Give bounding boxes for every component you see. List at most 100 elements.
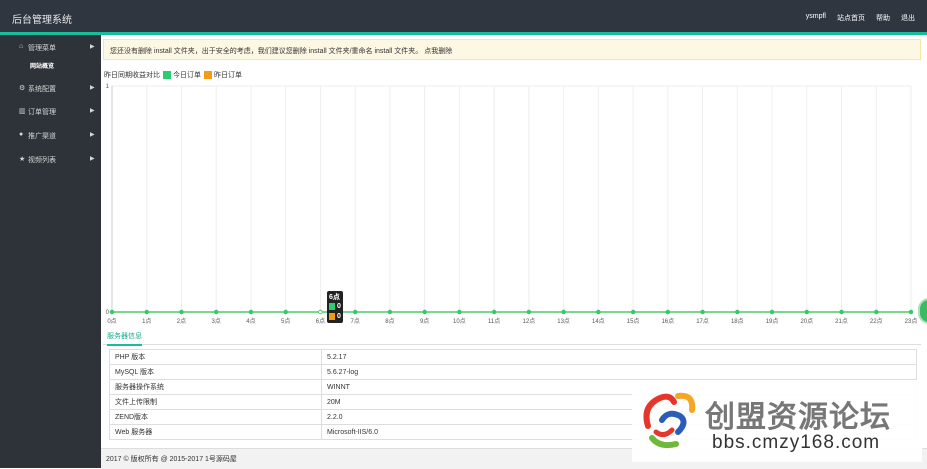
x-tick-label: 11点 (488, 317, 500, 325)
caret-right-icon: ▶ (90, 108, 95, 114)
notice-line: 您还没有删除 install 文件夹，出于安全的考虑，我们建议您删除 insta… (110, 46, 452, 56)
info-key: ZEND版本 (109, 409, 322, 425)
x-tick-label: 1点 (142, 317, 151, 325)
caret-right-icon: ▶ (90, 156, 95, 162)
tooltip-title: 6点 (329, 294, 340, 301)
x-tick-label: 0点 (107, 317, 116, 325)
watermark: 创盟资源论坛 bbs.cmzy168.com (632, 380, 922, 462)
sidebar-sub-overview[interactable]: 网站概览 (30, 61, 54, 70)
top-nav: ysmpfl 站点首页 帮助 退出 (806, 13, 915, 23)
data-point (248, 309, 254, 315)
tab-server-info[interactable]: 服务器信息 (107, 331, 142, 346)
legend-prefix: 昨日同期收益对比 (104, 72, 160, 79)
table-row: MySQL 版本 5.6.27-log (109, 364, 917, 380)
gears-icon: ⚙ (19, 85, 26, 92)
data-point (700, 309, 705, 315)
caret-right-icon: ▶ (90, 132, 95, 138)
sidebar-item-label: 系统配置 (28, 86, 56, 93)
info-key: PHP 版本 (109, 349, 322, 365)
x-tick-label: 6点 (316, 317, 325, 325)
sidebar-item-config[interactable]: ⚙ 系统配置 ▶ (0, 80, 101, 96)
data-point (735, 309, 740, 315)
data-point (491, 309, 497, 315)
legend-swatch-today (163, 71, 171, 79)
data-point (839, 309, 844, 315)
x-tick-label: 10点 (453, 317, 466, 325)
sidebar-item-label: 订单管理 (28, 109, 56, 116)
brand-title: 后台管理系统 (12, 15, 72, 26)
delete-install-link[interactable]: 点我删除 (424, 48, 452, 55)
y-tick-label: 0 (106, 310, 110, 316)
info-key: 服务器操作系统 (109, 379, 322, 395)
caret-right-icon: ▶ (90, 44, 95, 50)
sidebar-item-videos[interactable]: ★ 视频列表 ▶ (0, 151, 101, 167)
info-value: 5.6.27-log (321, 364, 917, 380)
notice-text: 您还没有删除 install 文件夹，出于安全的考虑，我们建议您删除 insta… (110, 48, 423, 55)
data-point (179, 309, 184, 315)
caret-right-icon: ▶ (90, 85, 95, 91)
data-point (596, 309, 601, 315)
sidebar-item-label: 视频列表 (28, 157, 56, 164)
nav-site-home[interactable]: 站点首页 (837, 13, 865, 23)
legend-swatch-yesterday (204, 71, 212, 79)
data-point (214, 309, 219, 315)
data-point (283, 309, 288, 315)
data-point (318, 309, 323, 315)
sidebar-item-menu[interactable]: ⌂ 管理菜单 ▶ (0, 39, 101, 55)
x-tick-label: 7点 (351, 317, 360, 325)
data-point (422, 309, 427, 315)
data-point (526, 309, 532, 315)
data-point (665, 309, 671, 315)
data-point (561, 309, 566, 315)
sidebar-item-orders[interactable]: ▥ 订单管理 ▶ (0, 103, 101, 119)
data-point (769, 309, 775, 315)
legend-yesterday[interactable]: 昨日订单 (214, 70, 242, 80)
info-key: Web 服务器 (109, 424, 322, 440)
data-point (457, 309, 462, 315)
sidebar: ⌂ 管理菜单 ▶ 网站概览 ⚙ 系统配置 ▶ ▥ 订单管理 ▶ ● 推广渠道 ▶… (0, 35, 101, 468)
nav-logout[interactable]: 退出 (901, 13, 915, 23)
x-tick-label: 18点 (731, 317, 744, 325)
data-point (908, 309, 914, 315)
footer-text: 2017 © 版权所有 @ 2015-2017 1号源码屋 (106, 456, 237, 463)
user-icon: ● (19, 131, 24, 138)
watermark-url: bbs.cmzy168.com (712, 432, 881, 453)
x-tick-label: 20点 (800, 317, 813, 325)
x-tick-label: 13点 (557, 317, 570, 325)
table-row: PHP 版本 5.2.17 (109, 349, 917, 365)
star-icon: ★ (19, 156, 26, 163)
tooltip-swatch-yesterday (329, 313, 335, 320)
x-tick-label: 16点 (661, 317, 674, 325)
tooltip-swatch-today (329, 303, 335, 310)
x-tick-label: 17点 (696, 317, 709, 325)
x-tick-label: 14点 (592, 317, 605, 325)
x-tick-label: 19点 (766, 317, 779, 325)
info-key: MySQL 版本 (109, 364, 322, 380)
top-accent-bar (0, 32, 927, 35)
sidebar-item-channels[interactable]: ● 推广渠道 ▶ (0, 127, 101, 143)
nav-help[interactable]: 帮助 (876, 13, 890, 23)
nav-user[interactable]: ysmpfl (806, 13, 826, 23)
watermark-title: 创盟资源论坛 (705, 401, 891, 434)
order-line-chart: 010点 1点 2点 3点 4点 5点 6点 7点 8点 9点 10点 11点 12点 13点 14点 15点… (106, 84, 918, 325)
data-point (144, 309, 149, 315)
x-tick-label: 4点 (246, 317, 255, 325)
data-point (352, 309, 358, 315)
bar-chart-icon: ▥ (19, 108, 26, 115)
home-icon: ⌂ (19, 43, 24, 50)
info-tabs: 服务器信息 (103, 329, 921, 346)
legend-today[interactable]: 今日订单 (173, 70, 201, 80)
data-point (630, 309, 636, 315)
x-tick-label: 12点 (523, 317, 536, 325)
x-tick-label: 5点 (281, 317, 290, 325)
info-value: 5.2.17 (321, 349, 917, 365)
x-tick-label: 15点 (627, 317, 640, 325)
x-tick-label: 21点 (835, 317, 848, 325)
sidebar-item-label: 推广渠道 (28, 133, 56, 140)
info-key: 文件上传限制 (109, 394, 322, 410)
data-point (874, 309, 879, 315)
chart-tooltip: 6点 0 0 (327, 291, 343, 323)
data-point (804, 309, 809, 315)
top-bar: 后台管理系统 ysmpfl 站点首页 帮助 退出 (0, 0, 927, 32)
x-tick-label: 2点 (177, 317, 186, 325)
